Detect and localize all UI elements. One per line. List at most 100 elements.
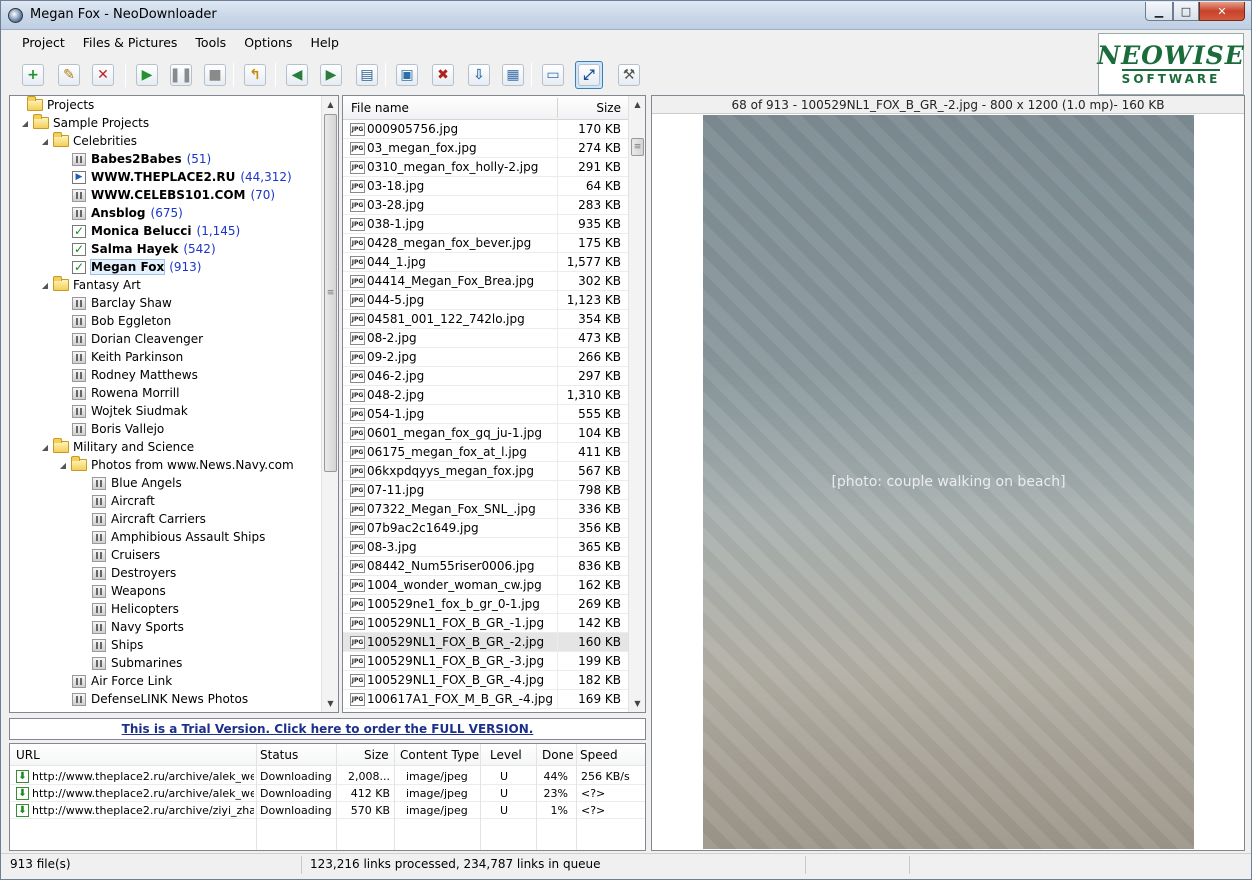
back-button[interactable]: ◀ (283, 61, 311, 89)
forward-button[interactable]: ▶ (317, 61, 345, 89)
tree-item[interactable]: Keith Parkinson (58, 348, 183, 366)
tree-item[interactable]: Aircraft (78, 492, 155, 510)
tree-item[interactable]: Bob Eggleton (58, 312, 171, 330)
menu-help[interactable]: Help (298, 33, 345, 53)
window-button[interactable]: ▭ (539, 61, 567, 89)
tools-button[interactable]: ⚒ (615, 61, 643, 89)
pause-button[interactable]: ❚❚ (167, 61, 195, 89)
column-size[interactable]: Size (596, 101, 621, 115)
expand-arrow-icon[interactable]: ◢ (40, 281, 50, 290)
tree-item[interactable]: ◢ Sample Projects (20, 114, 149, 132)
column-done[interactable]: Done (542, 748, 574, 762)
delete-image-button[interactable]: ✖ (429, 61, 457, 89)
file-row[interactable]: JPG 07322_Megan_Fox_SNL_.jpg 336 KB (343, 500, 629, 519)
column-status[interactable]: Status (260, 748, 298, 762)
file-row[interactable]: JPG 054-1.jpg 555 KB (343, 405, 629, 424)
project-tree[interactable]: Projects ◢ Sample Projects ◢ Celebrities Babe… (9, 95, 339, 713)
expand-arrow-icon[interactable]: ◢ (20, 119, 30, 128)
file-row[interactable]: JPG 100529ne1_fox_b_gr_0-1.jpg 269 KB (343, 595, 629, 614)
file-row[interactable]: JPG 07b9ac2c1649.jpg 356 KB (343, 519, 629, 538)
file-row[interactable]: JPG 06175_megan_fox_at_l.jpg 411 KB (343, 443, 629, 462)
tree-item[interactable]: Amphibious Assault Ships (78, 528, 265, 546)
tree-item[interactable]: Dorian Cleavenger (58, 330, 203, 348)
file-row[interactable]: JPG 1004_wonder_woman_cw.jpg 162 KB (343, 576, 629, 595)
download-row[interactable]: ⬇ http://www.theplace2.ru/archive/alek_we… (10, 768, 645, 785)
tree-item[interactable]: Cruisers (78, 546, 160, 564)
file-row[interactable]: JPG 044_1.jpg 1,577 KB (343, 253, 629, 272)
file-row[interactable]: JPG 03-18.jpg 64 KB (343, 177, 629, 196)
file-row[interactable]: JPG 044-5.jpg 1,123 KB (343, 291, 629, 310)
tree-item[interactable]: Barclay Shaw (58, 294, 172, 312)
tree-item[interactable]: ◢ Military and Science (40, 438, 194, 456)
title-bar[interactable]: Megan Fox - NeoDownloader ▁ □ ✕ (1, 1, 1251, 30)
app-icon[interactable] (8, 8, 23, 23)
delete-project-button[interactable]: ✕ (89, 61, 117, 89)
tree-item[interactable]: ✓ Megan Fox (913) (58, 258, 201, 276)
tree-item[interactable]: Ansblog (675) (58, 204, 183, 222)
tree-item[interactable]: Air Force Link (58, 672, 172, 690)
file-list-scrollbar[interactable]: ▲ ≡ ▼ (628, 96, 645, 712)
scroll-up-icon[interactable]: ▲ (629, 96, 645, 113)
slideshow-button[interactable]: ▤ (353, 61, 381, 89)
file-row[interactable]: JPG 046-2.jpg 297 KB (343, 367, 629, 386)
save-image-button[interactable]: ⇩ (465, 61, 493, 89)
file-row[interactable]: JPG 08-2.jpg 473 KB (343, 329, 629, 348)
scroll-down-icon[interactable]: ▼ (322, 695, 338, 712)
column-content-type[interactable]: Content Type (400, 748, 479, 762)
tree-item[interactable]: Helicopters (78, 600, 179, 618)
scroll-thumb[interactable]: ≡ (324, 114, 337, 472)
file-row[interactable]: JPG 100529NL1_FOX_B_GR_-4.jpg 182 KB (343, 671, 629, 690)
tree-item[interactable]: Rodney Matthews (58, 366, 198, 384)
scroll-down-icon[interactable]: ▼ (629, 695, 645, 712)
fit-image-button[interactable]: ⤢ (575, 61, 603, 89)
expand-arrow-icon[interactable]: ◢ (40, 443, 50, 452)
expand-arrow-icon[interactable]: ◢ (40, 137, 50, 146)
file-row[interactable]: JPG 06kxpdqyys_megan_fox.jpg 567 KB (343, 462, 629, 481)
thumbnails-button[interactable]: ▦ (499, 61, 527, 89)
stop-button[interactable]: ■ (201, 61, 229, 89)
preview-photo[interactable]: [photo: couple walking on beach] (703, 115, 1194, 849)
tree-item[interactable]: Weapons (78, 582, 166, 600)
tree-item[interactable]: ◢ Celebrities (40, 132, 137, 150)
new-project-button[interactable]: + (19, 61, 47, 89)
start-button[interactable]: ▶ (133, 61, 161, 89)
file-row[interactable]: JPG 07-11.jpg 798 KB (343, 481, 629, 500)
column-size[interactable]: Size (364, 748, 389, 762)
tree-item[interactable]: Wojtek Siudmak (58, 402, 188, 420)
tree-item[interactable]: Destroyers (78, 564, 176, 582)
file-row[interactable]: JPG 04581_001_122_742lo.jpg 354 KB (343, 310, 629, 329)
column-speed[interactable]: Speed (580, 748, 618, 762)
file-row[interactable]: JPG 08-3.jpg 365 KB (343, 538, 629, 557)
open-folder-button[interactable]: ↰ (241, 61, 269, 89)
tree-item[interactable]: Aircraft Carriers (78, 510, 206, 528)
tree-item[interactable]: Rowena Morrill (58, 384, 179, 402)
column-file-name[interactable]: File name (351, 101, 409, 115)
tree-item[interactable]: Ships (78, 636, 143, 654)
tree-item[interactable]: ✓ Salma Hayek (542) (58, 240, 216, 258)
download-row[interactable]: ⬇ http://www.theplace2.ru/archive/alek_we… (10, 785, 645, 802)
edit-project-button[interactable]: ✎ (55, 61, 83, 89)
expand-arrow-icon[interactable]: ◢ (58, 461, 68, 470)
file-row[interactable]: JPG 100529NL1_FOX_B_GR_-1.jpg 142 KB (343, 614, 629, 633)
close-button[interactable]: ✕ (1199, 2, 1245, 21)
file-row[interactable]: JPG 100529NL1_FOX_B_GR_-3.jpg 199 KB (343, 652, 629, 671)
menu-files-pictures[interactable]: Files & Pictures (71, 33, 184, 53)
file-row[interactable]: JPG 100617A1_FOX_M_B_GR_-4.jpg 169 KB (343, 690, 629, 709)
tree-item[interactable]: Boris Vallejo (58, 420, 164, 438)
file-row[interactable]: JPG 03_megan_fox.jpg 274 KB (343, 139, 629, 158)
maximize-button[interactable]: □ (1173, 2, 1199, 21)
file-row[interactable]: JPG 09-2.jpg 266 KB (343, 348, 629, 367)
menu-project[interactable]: Project (10, 33, 71, 53)
file-row[interactable]: JPG 08442_Num55riser0006.jpg 836 KB (343, 557, 629, 576)
file-row[interactable]: JPG 03-28.jpg 283 KB (343, 196, 629, 215)
file-row[interactable]: JPG 0310_megan_fox_holly-2.jpg 291 KB (343, 158, 629, 177)
file-row[interactable]: JPG 0601_megan_fox_gq_ju-1.jpg 104 KB (343, 424, 629, 443)
download-queue[interactable]: URL Status Size Content Type Level Done Speed … (9, 743, 646, 851)
view-image-button[interactable]: ▣ (393, 61, 421, 89)
file-row[interactable]: JPG 04414_Megan_Fox_Brea.jpg 302 KB (343, 272, 629, 291)
file-row[interactable]: JPG 000905756.jpg 170 KB (343, 120, 629, 139)
tree-item[interactable]: ◢ Photos from www.News.Navy.com (58, 456, 294, 474)
tree-item[interactable]: ▶ WWW.THEPLACE2.RU (44,312) (58, 168, 292, 186)
menu-tools[interactable]: Tools (183, 33, 232, 53)
tree-item[interactable]: ✓ Monica Belucci (1,145) (58, 222, 240, 240)
